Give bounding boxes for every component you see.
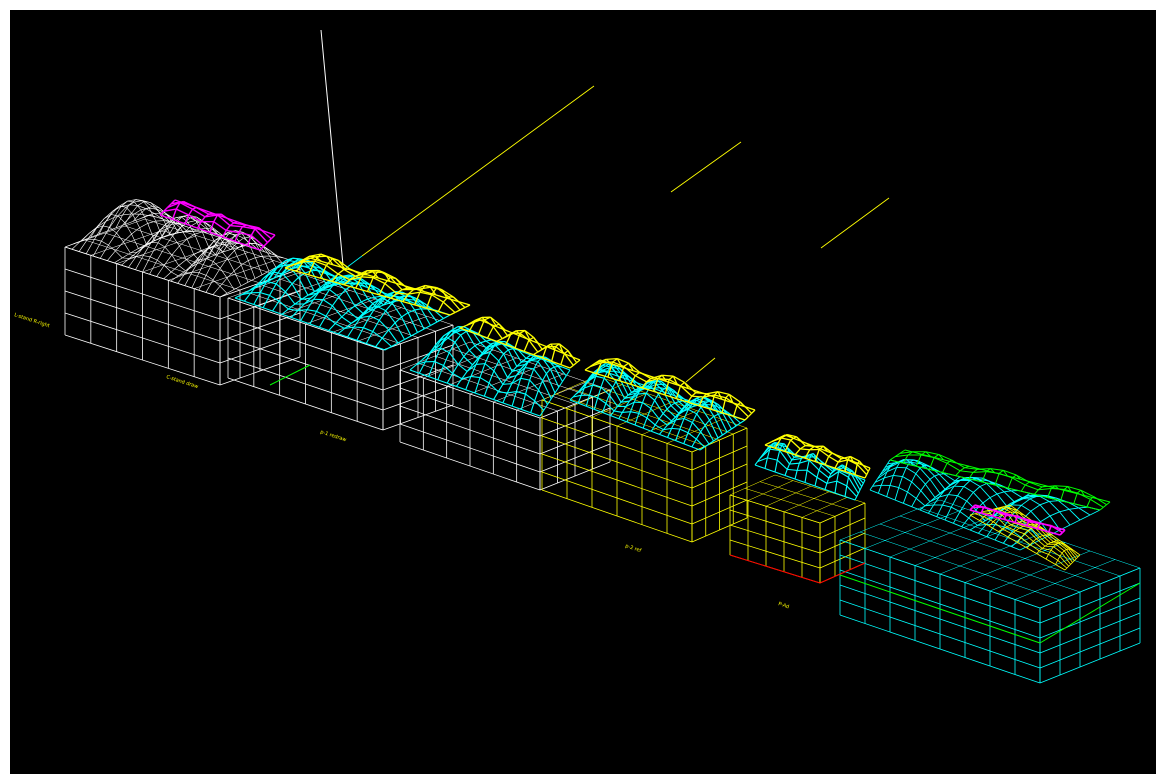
guide-line-3 (820, 197, 890, 249)
die-block-5-base-edge-2 (819, 562, 866, 584)
die-block-1 (64, 218, 301, 386)
stage-label-3: p-1 redraw (319, 429, 347, 443)
die-block-5-base-edge (729, 554, 821, 584)
stage-label-1: L-stand R-right (13, 312, 50, 329)
guide-line-1 (361, 85, 595, 257)
wireframe-scene[interactable]: L-stand R-right C-stand draw p-1 redraw … (10, 10, 1156, 774)
surface-5 (754, 442, 866, 501)
die-block-5 (729, 474, 866, 584)
surface-5-rim (764, 433, 871, 479)
die-block-2-green-edge (269, 364, 311, 386)
vertical-axis-line (320, 29, 344, 266)
die-block-2 (227, 272, 454, 431)
guide-lines (309, 29, 890, 383)
stage-label-4: p-2 ref (624, 543, 642, 554)
surface-4-rim (584, 358, 756, 421)
die-block-6 (839, 499, 1141, 684)
guide-line-2 (670, 141, 742, 193)
surface-6-rim (889, 449, 1111, 511)
guide-line-4 (685, 357, 716, 383)
die-block-3 (399, 341, 611, 491)
cad-3d-viewport[interactable]: L-stand R-right C-stand draw p-1 redraw … (10, 10, 1156, 774)
surface-3 (409, 325, 571, 417)
die-blocks (64, 218, 1141, 684)
stage-label-5: P-Ad (777, 601, 789, 610)
